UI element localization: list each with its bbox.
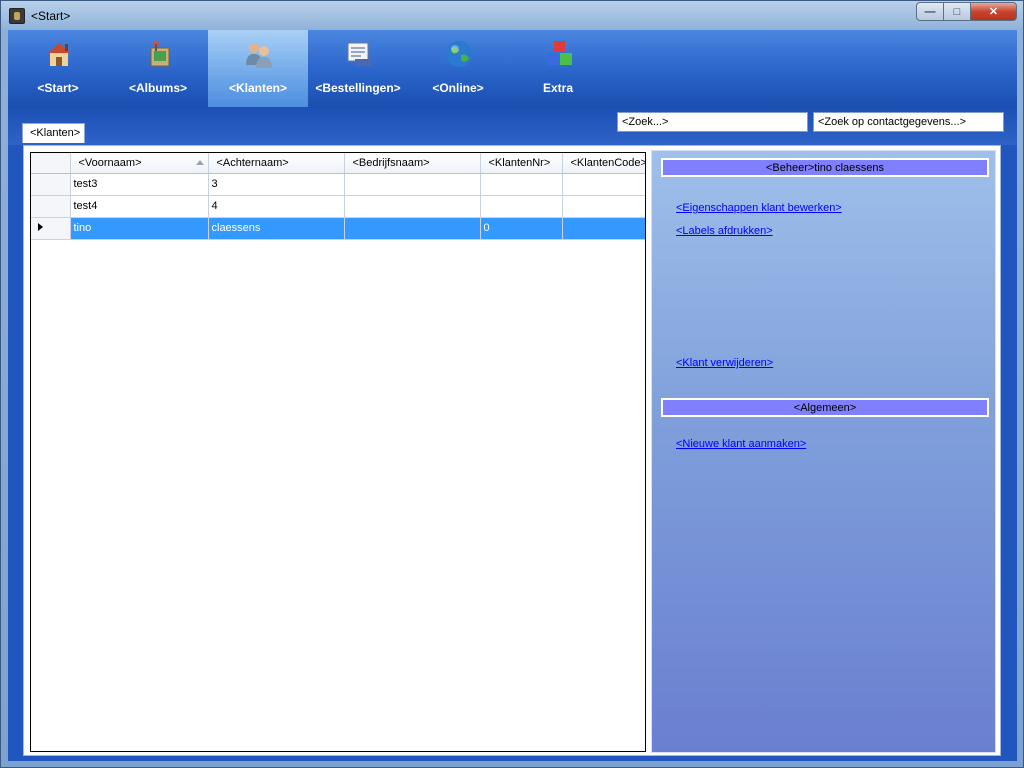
client-area: <Start> <Albums> <Klanten> <Bestellingen… (8, 30, 1017, 761)
window-controls: — □ ✕ (916, 2, 1017, 21)
sort-ascending-icon (195, 160, 204, 165)
blocks-icon (547, 41, 572, 65)
nav-start[interactable]: <Start> (8, 30, 108, 107)
column-header-klantennr[interactable]: <KlantenNr> (480, 153, 563, 174)
nav-bestellingen-label: <Bestellingen> (315, 81, 401, 95)
nav-klanten-label: <Klanten> (228, 81, 288, 95)
tab-strip: <Klanten> <Zoek...> <Zoek op contactgege… (8, 107, 1017, 145)
tab-klanten[interactable]: <Klanten> (22, 123, 85, 143)
window-title: <Start> (31, 9, 71, 23)
minimize-button[interactable]: — (916, 2, 944, 21)
album-icon (150, 41, 170, 67)
table-row[interactable]: test3 3 (31, 173, 645, 196)
new-customer-link[interactable]: <Nieuwe klant aanmaken> (676, 438, 806, 450)
close-button[interactable]: ✕ (971, 2, 1017, 21)
grid-header-row: <Voornaam> <Achternaam> <Bedrijfsnaam> <… (31, 153, 645, 174)
app-icon (9, 8, 25, 24)
nav-extra[interactable]: Extra (508, 30, 608, 107)
cell-achternaam[interactable]: claessens (208, 217, 345, 240)
orders-icon (347, 42, 371, 66)
cell-klantencode[interactable] (562, 217, 645, 240)
maximize-button[interactable]: □ (944, 2, 971, 21)
nav-bestellingen[interactable]: <Bestellingen> (308, 30, 408, 107)
application-window: <Start> — □ ✕ <Start> <Albums> <Klanten>… (0, 0, 1024, 768)
nav-albums-label: <Albums> (128, 81, 188, 95)
column-header-klantencode[interactable]: <KlantenCode> (562, 153, 645, 174)
cell-bedrijfsnaam[interactable] (344, 217, 481, 240)
cell-voornaam[interactable]: test3 (70, 173, 209, 196)
customers-grid[interactable]: <Voornaam> <Achternaam> <Bedrijfsnaam> <… (30, 152, 646, 752)
nav-online-label: <Online> (432, 81, 484, 95)
algemeen-header: <Algemeen> (661, 398, 989, 417)
nav-klanten[interactable]: <Klanten> (208, 30, 308, 107)
cell-voornaam[interactable]: test4 (70, 195, 209, 218)
edit-customer-link[interactable]: <Eigenschappen klant bewerken> (676, 202, 842, 214)
cell-klantennr[interactable] (480, 173, 563, 196)
search-input[interactable]: <Zoek...> (617, 112, 808, 132)
row-header-corner[interactable] (31, 153, 71, 174)
main-panel: <Voornaam> <Achternaam> <Bedrijfsnaam> <… (23, 145, 1001, 756)
nav-online[interactable]: <Online> (408, 30, 508, 107)
column-header-achternaam[interactable]: <Achternaam> (208, 153, 345, 174)
cell-klantencode[interactable] (562, 173, 645, 196)
cell-klantennr[interactable]: 0 (480, 217, 563, 240)
globe-icon (446, 41, 472, 67)
nav-extra-label: Extra (542, 81, 574, 95)
cell-voornaam[interactable]: tino (70, 217, 209, 240)
table-row[interactable]: test4 4 (31, 195, 645, 218)
house-icon (47, 43, 71, 66)
cell-klantencode[interactable] (562, 195, 645, 218)
column-header-voornaam[interactable]: <Voornaam> (70, 153, 209, 174)
row-header[interactable] (31, 195, 71, 218)
cell-bedrijfsnaam[interactable] (344, 195, 481, 218)
current-row-arrow-icon (38, 223, 43, 231)
row-header[interactable] (31, 173, 71, 196)
main-nav: <Start> <Albums> <Klanten> <Bestellingen… (8, 30, 1017, 107)
nav-start-label: <Start> (37, 81, 79, 95)
delete-customer-link[interactable]: <Klant verwijderen> (676, 357, 773, 369)
customers-icon (246, 43, 272, 68)
cell-achternaam[interactable]: 3 (208, 173, 345, 196)
cell-bedrijfsnaam[interactable] (344, 173, 481, 196)
title-bar[interactable]: <Start> — □ ✕ (1, 1, 1023, 30)
column-header-label: <Voornaam> (78, 156, 142, 169)
cell-klantennr[interactable] (480, 195, 563, 218)
print-labels-link[interactable]: <Labels afdrukken> (676, 225, 773, 237)
side-panel: <Beheer>tino claessens <Eigenschappen kl… (651, 150, 996, 753)
table-row-selected[interactable]: tino claessens 0 (31, 217, 645, 240)
beheer-header: <Beheer>tino claessens (661, 158, 989, 177)
row-header[interactable] (31, 217, 71, 240)
nav-albums[interactable]: <Albums> (108, 30, 208, 107)
contact-search-input[interactable]: <Zoek op contactgegevens...> (813, 112, 1004, 132)
cell-achternaam[interactable]: 4 (208, 195, 345, 218)
column-header-bedrijfsnaam[interactable]: <Bedrijfsnaam> (344, 153, 481, 174)
